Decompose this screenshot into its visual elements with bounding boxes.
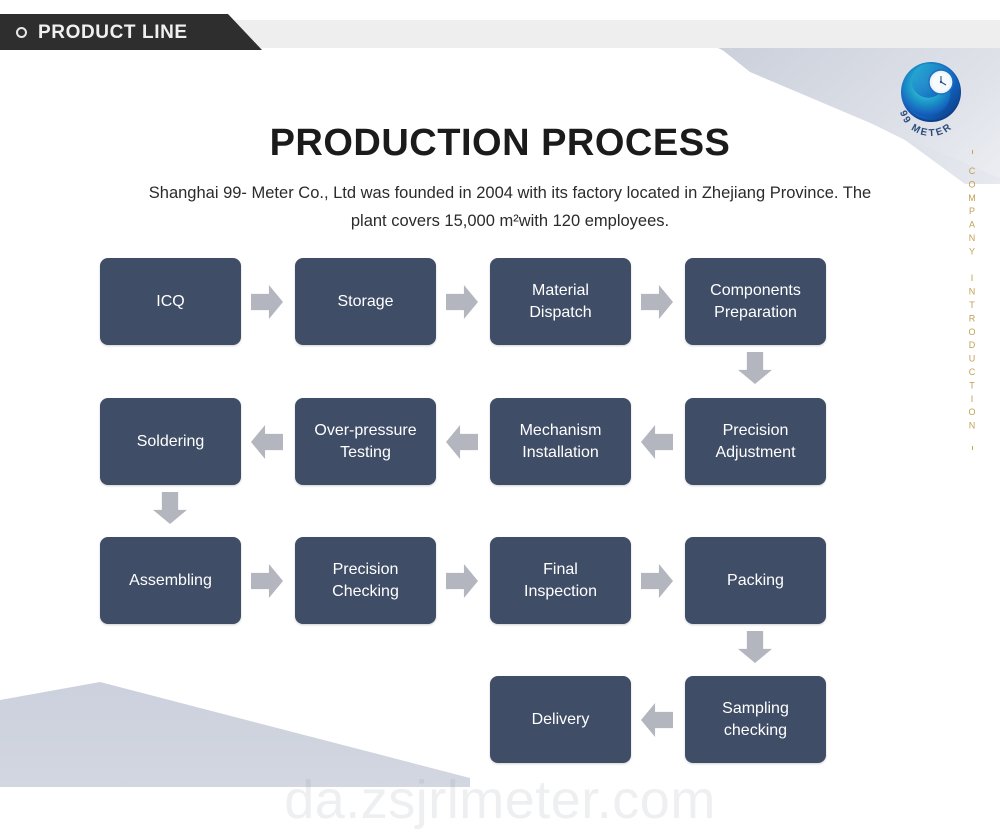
circle-outline-icon <box>16 26 27 38</box>
flow-box-delivery[interactable]: Delivery <box>490 676 631 763</box>
flow-box-icq[interactable]: ICQ <box>100 258 241 345</box>
arrow-precision-checking-to-final-inspection <box>446 564 478 598</box>
flow-box-material-dispatch[interactable]: Material Dispatch <box>490 258 631 345</box>
rail-line-bottom <box>971 446 973 450</box>
page-title: PRODUCTION PROCESS <box>269 122 731 164</box>
header-tab-label: PRODUCT LINE <box>38 21 188 43</box>
flow-box-sampling-checking[interactable]: Sampling checking <box>685 676 826 763</box>
arrow-material-dispatch-to-components-preparation <box>641 285 673 319</box>
arrow-precision-adjustment-to-mechanism-installation <box>641 425 673 459</box>
arrow-components-preparation-to-precision-adjustment <box>738 352 772 384</box>
flow-box-over-pressure-testing[interactable]: Over-pressure Testing <box>295 398 436 485</box>
arrow-storage-to-material-dispatch <box>446 285 478 319</box>
header-product-line-tab[interactable]: PRODUCT LINE <box>0 14 262 50</box>
decor-shape-top-right <box>718 48 1000 184</box>
flow-box-precision-adjustment[interactable]: Precision Adjustment <box>685 398 826 485</box>
page-subtitle: Shanghai 99- Meter Co., Ltd was founded … <box>148 184 872 230</box>
site-watermark: da.zsjrlmeter.com <box>284 769 716 830</box>
arrow-icq-to-storage <box>251 285 283 319</box>
side-rail-label: COMPANY INTRODUCTION <box>967 166 977 434</box>
flow-box-assembling[interactable]: Assembling <box>100 537 241 624</box>
page-root: PRODUCT LINE 99 METER COMPANY INTRODUCTI… <box>0 0 1000 832</box>
flow-box-mechanism-installation[interactable]: Mechanism Installation <box>490 398 631 485</box>
arrow-packing-to-sampling-checking <box>738 631 772 663</box>
arrow-sampling-checking-to-delivery <box>641 703 673 737</box>
arrow-assembling-to-precision-checking <box>251 564 283 598</box>
flow-box-components-preparation[interactable]: Components Preparation <box>685 258 826 345</box>
decor-shape-top-right-overlay <box>720 48 1000 178</box>
arrow-over-pressure-testing-to-soldering <box>251 425 283 459</box>
flow-box-final-inspection[interactable]: Final Inspection <box>490 537 631 624</box>
flow-box-precision-checking[interactable]: Precision Checking <box>295 537 436 624</box>
side-rail-company-introduction: COMPANY INTRODUCTION <box>960 150 984 450</box>
arrow-mechanism-installation-to-over-pressure-testing <box>446 425 478 459</box>
decor-shape-bottom-left <box>0 682 470 787</box>
arrow-final-inspection-to-packing <box>641 564 673 598</box>
flow-box-storage[interactable]: Storage <box>295 258 436 345</box>
arrow-soldering-to-assembling <box>153 492 187 524</box>
flow-box-packing[interactable]: Packing <box>685 537 826 624</box>
flow-box-soldering[interactable]: Soldering <box>100 398 241 485</box>
